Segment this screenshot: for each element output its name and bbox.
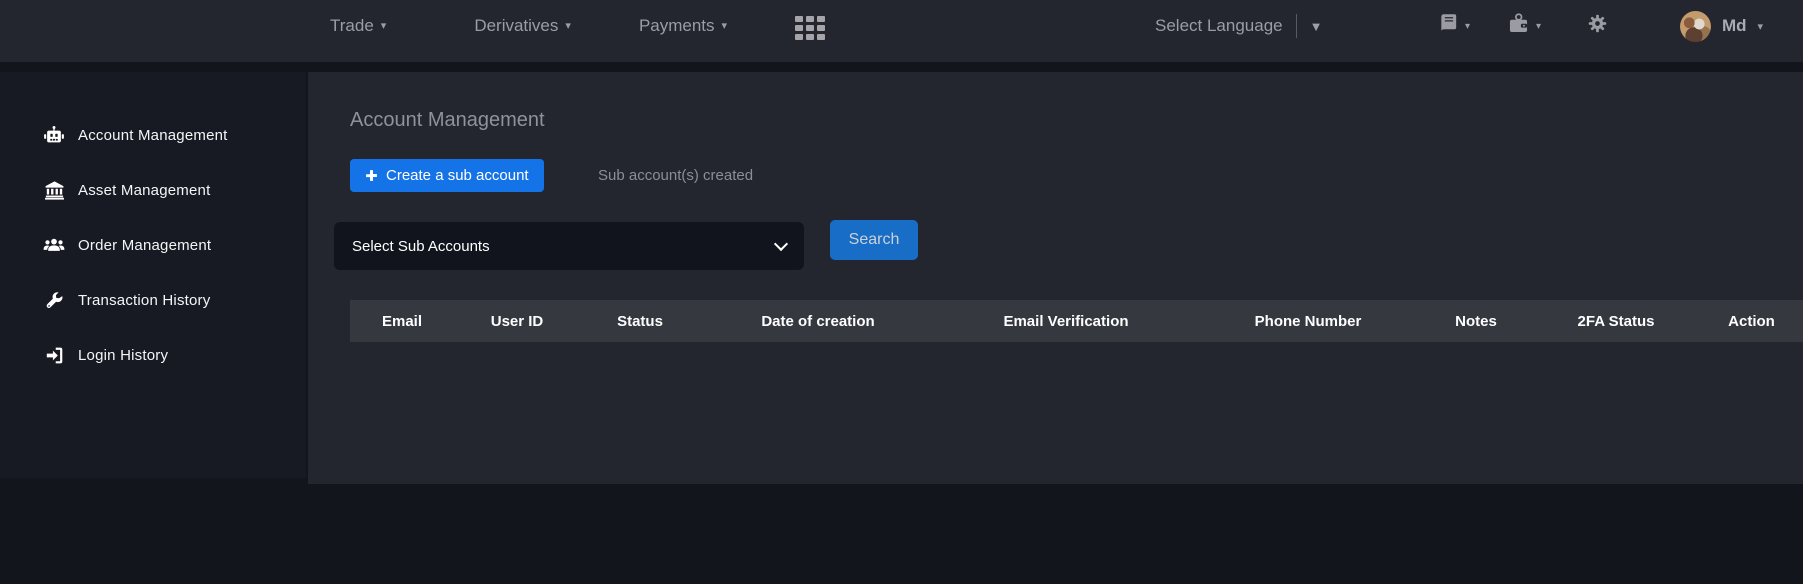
table-header-row: Email User ID Status Date of creation Em… — [350, 300, 1803, 342]
search-button[interactable]: Search — [830, 220, 918, 260]
users-icon — [43, 235, 65, 257]
column-header-notes: Notes — [1420, 313, 1532, 330]
vertical-divider — [1296, 14, 1297, 38]
chevron-down-icon: ▾ — [381, 21, 387, 32]
gear-icon — [1587, 13, 1608, 39]
book-icon — [1437, 12, 1460, 40]
sidebar-item-label: Order Management — [78, 237, 211, 254]
sidebar-item-label: Login History — [78, 347, 168, 364]
sidebar-item-asset-management[interactable]: Asset Management — [0, 163, 306, 218]
wallet-icon — [1506, 11, 1531, 41]
user-name: Md — [1722, 16, 1747, 36]
nav-menu-derivatives-label: Derivatives — [474, 16, 558, 36]
page-title: Account Management — [350, 109, 545, 132]
settings-button[interactable] — [1587, 13, 1608, 39]
wrench-icon — [43, 290, 65, 312]
column-header-2fa-status: 2FA Status — [1532, 313, 1700, 330]
grid-apps-icon[interactable] — [795, 16, 825, 40]
column-header-status: Status — [580, 313, 700, 330]
sidebar: Account Management Asset Management — [0, 72, 306, 478]
nav-menu-trade[interactable]: Trade ▾ — [330, 16, 386, 36]
sign-in-icon — [43, 345, 65, 367]
bank-icon — [43, 180, 65, 202]
nav-menu-trade-label: Trade — [330, 16, 374, 36]
chevron-down-icon — [774, 236, 788, 250]
orders-book-menu[interactable]: ▾ — [1437, 12, 1470, 40]
user-account-menu[interactable]: Md ▾ — [1680, 0, 1763, 52]
nav-menu-payments-label: Payments — [639, 16, 715, 36]
chevron-down-icon: ▾ — [565, 21, 571, 32]
language-selector-label: Select Language — [1155, 16, 1283, 36]
navbar-quick-icons: ▾ ▾ — [1437, 0, 1608, 52]
avatar[interactable] — [1680, 11, 1711, 42]
create-sub-account-label: Create a sub account — [386, 167, 529, 184]
sub-accounts-status-text: Sub account(s) created — [598, 159, 753, 192]
sidebar-item-account-management[interactable]: Account Management — [0, 108, 306, 163]
chevron-down-icon: ▾ — [722, 21, 728, 32]
sidebar-item-label: Transaction History — [78, 292, 210, 309]
main-panel: Account Management Create a sub account … — [308, 72, 1803, 484]
sidebar-item-label: Account Management — [78, 127, 228, 144]
nav-menu-payments[interactable]: Payments ▾ — [639, 16, 727, 36]
column-header-date-of-creation: Date of creation — [700, 313, 936, 330]
sub-accounts-select[interactable]: Select Sub Accounts — [334, 222, 804, 270]
wallet-menu[interactable]: ▾ — [1506, 11, 1541, 41]
plus-icon — [365, 169, 378, 182]
chevron-down-icon: ▾ — [1536, 21, 1541, 32]
chevron-down-icon: ▾ — [1758, 20, 1764, 33]
nav-menu-derivatives[interactable]: Derivatives ▾ — [474, 16, 571, 36]
sidebar-item-label: Asset Management — [78, 182, 210, 199]
column-header-email-verification: Email Verification — [936, 313, 1196, 330]
column-header-email: Email — [350, 313, 454, 330]
language-selector[interactable]: Select Language ▼ — [1155, 0, 1322, 52]
main-nav-menus: Trade ▾ Derivatives ▾ Payments ▾ — [330, 0, 727, 52]
sidebar-item-login-history[interactable]: Login History — [0, 328, 306, 383]
top-navbar: Trade ▾ Derivatives ▾ Payments ▾ Select … — [0, 0, 1803, 62]
sub-accounts-select-value: Select Sub Accounts — [352, 238, 490, 255]
column-header-user-id: User ID — [454, 313, 580, 330]
sidebar-item-transaction-history[interactable]: Transaction History — [0, 273, 306, 328]
triangle-down-icon: ▼ — [1310, 19, 1323, 34]
robot-icon — [43, 125, 65, 147]
column-header-phone-number: Phone Number — [1196, 313, 1420, 330]
chevron-down-icon: ▾ — [1465, 21, 1470, 32]
column-header-action: Action — [1700, 313, 1803, 330]
sidebar-item-order-management[interactable]: Order Management — [0, 218, 306, 273]
create-sub-account-button[interactable]: Create a sub account — [350, 159, 544, 192]
